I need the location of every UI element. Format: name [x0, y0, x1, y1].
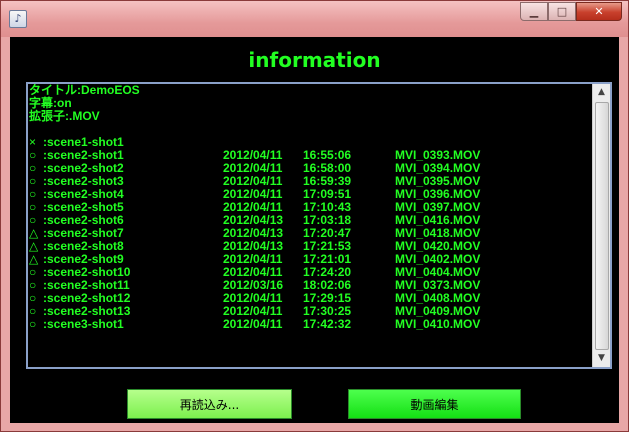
vertical-scrollbar[interactable]: ▲ ▼	[592, 84, 610, 367]
maximize-icon: □	[556, 5, 568, 18]
shot-date: 2012/04/11	[223, 317, 283, 331]
scroll-up-button[interactable]: ▲	[593, 84, 610, 101]
window-controls: ▁ □ ✕	[520, 2, 622, 21]
maximize-button[interactable]: □	[548, 2, 576, 21]
video-edit-button[interactable]: 動画編集	[348, 389, 521, 419]
app-window: ♪ ▁ □ ✕ information タイトル:DemoEOS 字幕:on 拡…	[0, 0, 629, 432]
title-line: タイトル:DemoEOS	[29, 84, 140, 97]
shot-time: 17:42:32	[303, 317, 352, 331]
info-panel: タイトル:DemoEOS 字幕:on 拡張子:.MOV ×:scene1-sho…	[26, 82, 612, 369]
subtitle-line: 字幕:on	[29, 96, 72, 110]
shot-list: ×:scene1-shot1 ○:scene2-shot1 2012/04/11 16…	[29, 136, 591, 331]
minimize-button[interactable]: ▁	[520, 2, 548, 21]
extension-line: 拡張子:.MOV	[29, 109, 100, 123]
client-area: information タイトル:DemoEOS 字幕:on 拡張子:.MOV …	[10, 37, 619, 423]
arrow-up-icon: ▲	[598, 87, 605, 97]
minimize-icon: ▁	[529, 5, 539, 18]
info-list[interactable]: タイトル:DemoEOS 字幕:on 拡張子:.MOV ×:scene1-sho…	[29, 84, 591, 367]
status-mark: ○	[29, 317, 37, 331]
arrow-down-icon: ▼	[598, 353, 605, 363]
scrollbar-thumb[interactable]	[595, 102, 609, 350]
file-name: MVI_0410.MOV	[395, 317, 481, 331]
app-icon: ♪	[9, 10, 27, 28]
table-row: ○ :scene3-shot1 2012/04/11 17:42:32 MVI_0410…	[29, 318, 591, 331]
close-icon: ✕	[594, 5, 604, 18]
reload-button[interactable]: 再読込み...	[127, 389, 292, 419]
scroll-down-button[interactable]: ▼	[593, 350, 610, 367]
page-title: information	[248, 48, 381, 72]
title-bar[interactable]: ♪ ▁ □ ✕	[1, 1, 628, 37]
scene-name: :scene3-shot1	[43, 317, 124, 331]
close-button[interactable]: ✕	[576, 2, 622, 21]
